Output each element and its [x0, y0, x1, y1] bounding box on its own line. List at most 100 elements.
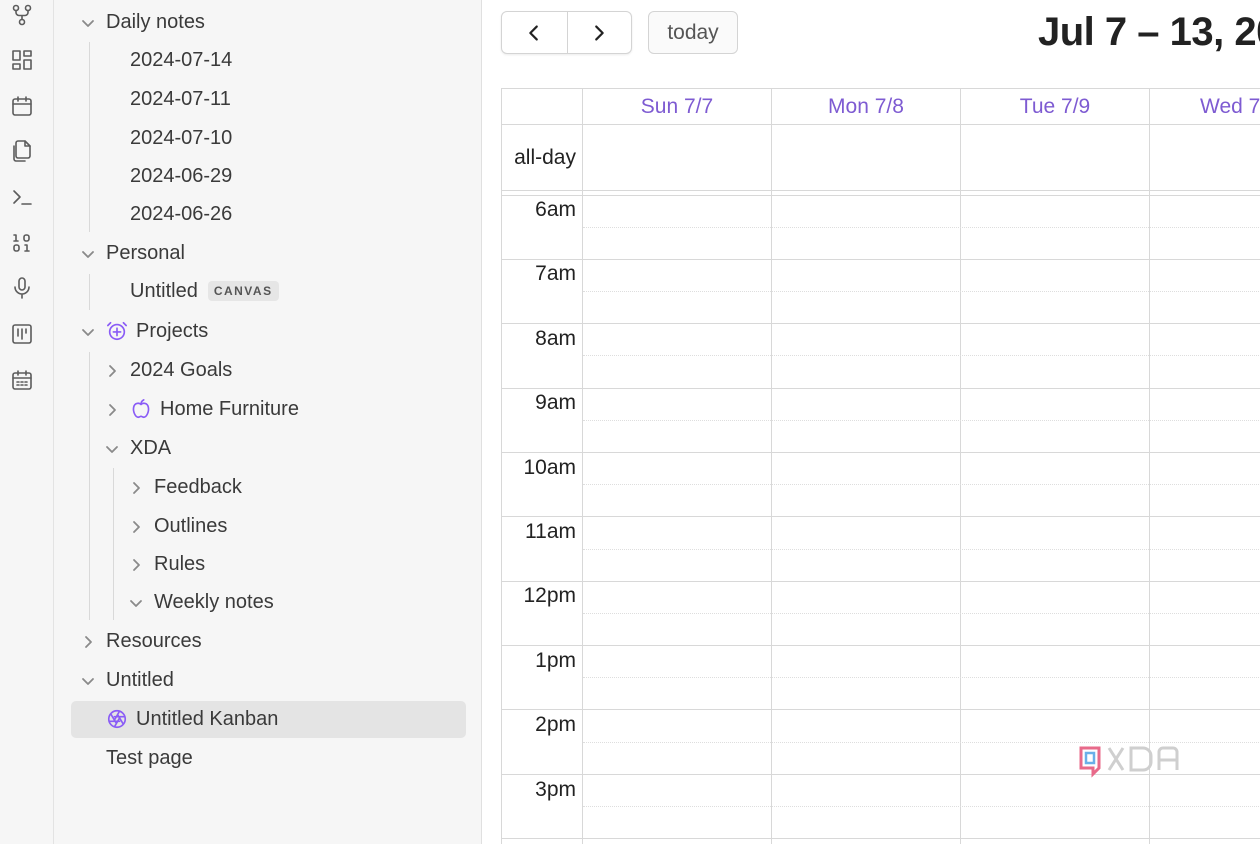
chevron-right-icon	[104, 401, 120, 417]
calendar-icon[interactable]	[9, 93, 35, 119]
next-week-button[interactable]	[566, 12, 632, 53]
file-untitled-kanban[interactable]: Untitled Kanban	[106, 700, 278, 738]
file-2024-07-14[interactable]: 2024-07-14	[130, 41, 232, 79]
folder-daily-notes[interactable]: Daily notes	[80, 3, 205, 41]
file-label: 2024-06-26	[130, 202, 233, 225]
hour-line	[502, 581, 1260, 582]
aperture-icon	[106, 708, 128, 730]
nav-button-group	[501, 11, 632, 54]
hour-label: 7am	[535, 262, 576, 285]
terminal-icon[interactable]	[9, 184, 35, 210]
folder-weekly-notes[interactable]: Weekly notes	[128, 583, 274, 621]
half-hour-line	[583, 677, 1260, 678]
col-divider	[960, 89, 961, 844]
today-button[interactable]: today	[648, 11, 738, 54]
folder-label: XDA	[130, 436, 172, 459]
file-label: 2024-07-11	[130, 87, 231, 110]
hour-line	[502, 516, 1260, 517]
day-header-mon[interactable]: Mon 7/8	[772, 89, 960, 125]
day-header-sun[interactable]: Sun 7/7	[583, 89, 771, 125]
folder-label: Daily notes	[106, 10, 205, 33]
file-label: Untitled Kanban	[136, 707, 279, 730]
tree-guide	[113, 468, 114, 620]
half-hour-line	[583, 549, 1260, 550]
grid-line	[502, 124, 1260, 125]
file-test-page[interactable]: Test page	[106, 739, 193, 777]
hour-label: 3pm	[535, 778, 576, 801]
half-hour-line	[583, 420, 1260, 421]
file-untitled-canvas[interactable]: Untitled CANVAS	[130, 272, 279, 310]
tree-guide	[89, 42, 90, 232]
hour-label: 6am	[535, 198, 576, 221]
file-2024-07-10[interactable]: 2024-07-10	[130, 119, 232, 157]
file-2024-06-26[interactable]: 2024-06-26	[130, 195, 232, 233]
tree-guide	[89, 274, 90, 310]
graph-icon[interactable]	[9, 2, 35, 28]
alarm-clock-icon	[106, 320, 128, 342]
folder-label: Weekly notes	[154, 590, 274, 613]
folder-label: 2024 Goals	[130, 358, 233, 381]
folder-resources[interactable]: Resources	[80, 622, 202, 660]
file-2024-07-11[interactable]: 2024-07-11	[130, 80, 231, 118]
folder-2024-goals[interactable]: 2024 Goals	[104, 351, 232, 389]
hour-line	[502, 388, 1260, 389]
hour-label: 1pm	[535, 649, 576, 672]
chevron-right-icon	[128, 518, 144, 534]
folder-untitled[interactable]: Untitled	[80, 661, 174, 699]
hour-label: 11am	[525, 520, 576, 543]
microphone-icon[interactable]	[9, 275, 35, 301]
folder-label: Outlines	[154, 514, 228, 537]
prev-week-button[interactable]	[502, 12, 567, 53]
canvas-badge: CANVAS	[207, 281, 279, 301]
hour-line	[502, 323, 1260, 324]
folder-label: Resources	[106, 629, 202, 652]
half-hour-line	[583, 613, 1260, 614]
calendar-view: today Jul 7 – 13, 2024 Sun 7/7 Mon 7/8 T…	[483, 0, 1260, 844]
chevron-right-icon	[104, 362, 120, 378]
chevron-right-icon	[128, 479, 144, 495]
left-ribbon	[0, 0, 54, 844]
grid-line	[502, 190, 1260, 191]
dashboard-icon[interactable]	[9, 47, 35, 73]
chevron-down-icon	[80, 672, 96, 688]
hour-line	[502, 645, 1260, 646]
day-header-tue[interactable]: Tue 7/9	[961, 89, 1149, 125]
folder-label: Feedback	[154, 475, 242, 498]
chevron-down-icon	[104, 440, 120, 456]
hour-line	[502, 838, 1260, 839]
folder-label: Projects	[136, 319, 209, 342]
folder-label: Home Furniture	[160, 397, 299, 420]
folder-projects[interactable]: Projects	[80, 312, 208, 350]
folder-personal[interactable]: Personal	[80, 234, 185, 272]
hour-label: 8am	[535, 327, 576, 350]
pages-icon[interactable]	[9, 138, 35, 164]
file-label: 2024-07-14	[130, 48, 233, 71]
hour-line	[502, 259, 1260, 260]
half-hour-line	[583, 355, 1260, 356]
folder-outlines[interactable]: Outlines	[128, 507, 227, 545]
half-hour-line	[583, 291, 1260, 292]
tree-guide	[89, 352, 90, 620]
chevron-down-icon	[80, 323, 96, 339]
grid-line	[502, 195, 1260, 196]
week-grid: Sun 7/7 Mon 7/8 Tue 7/9 Wed 7/10 all-day…	[501, 88, 1260, 844]
date-range-title: Jul 7 – 13, 2024	[1038, 10, 1260, 54]
chevron-down-icon	[80, 245, 96, 261]
folder-label: Personal	[106, 241, 185, 264]
chevron-right-icon	[128, 556, 144, 572]
col-divider	[582, 89, 583, 844]
file-label: 2024-06-29	[130, 164, 233, 187]
folder-rules[interactable]: Rules	[128, 545, 205, 583]
folder-feedback[interactable]: Feedback	[128, 468, 242, 506]
calendar-grid-icon[interactable]	[9, 367, 35, 393]
binary-icon[interactable]	[9, 230, 35, 256]
file-2024-06-29[interactable]: 2024-06-29	[130, 157, 232, 195]
kanban-icon[interactable]	[9, 321, 35, 347]
chevron-right-icon	[595, 24, 605, 41]
folder-home-furniture[interactable]: Home Furniture	[104, 390, 299, 428]
all-day-label: all-day	[514, 146, 576, 169]
col-divider	[1149, 89, 1150, 844]
half-hour-line	[583, 484, 1260, 485]
day-header-wed[interactable]: Wed 7/10	[1150, 89, 1260, 125]
folder-xda[interactable]: XDA	[104, 429, 171, 467]
